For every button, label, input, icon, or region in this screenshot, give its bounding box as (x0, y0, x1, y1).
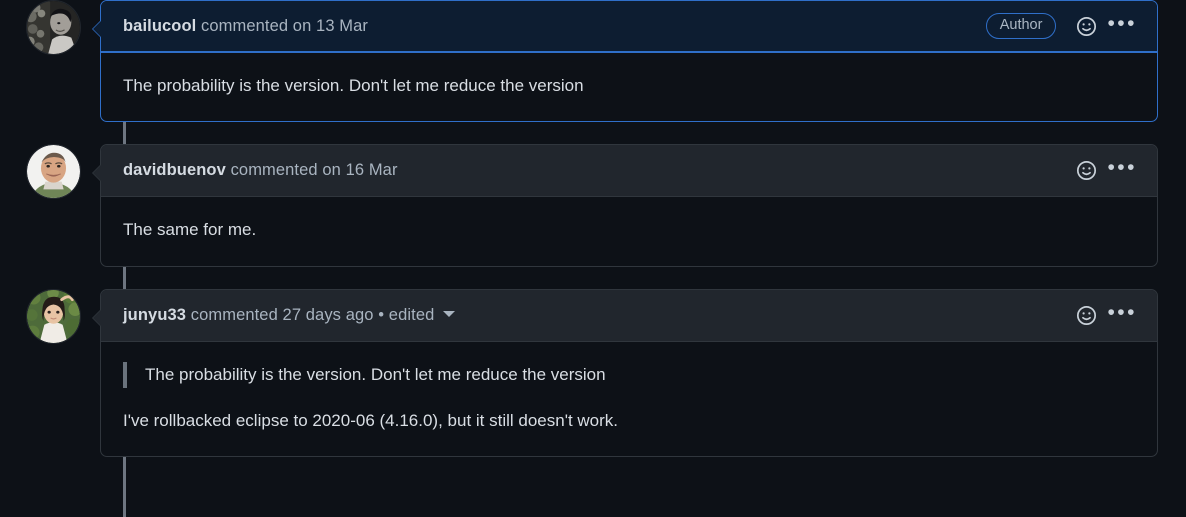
comment-action: commented (190, 305, 278, 324)
avatar-davidbuenov[interactable] (26, 144, 81, 200)
comment-action: commented on (230, 161, 341, 180)
smiley-icon[interactable] (1076, 305, 1097, 326)
comment-item: junyu33 commented 27 days ago • edited •… (0, 288, 1186, 458)
comment-byline: davidbuenov commented on 16 Mar (123, 161, 398, 180)
comment-paragraph: I've rollbacked eclipse to 2020-06 (4.16… (123, 411, 619, 431)
comment-item: davidbuenov commented on 16 Mar ••• The … (0, 144, 1186, 267)
comment-timestamp[interactable]: 27 days ago (283, 306, 374, 324)
comment-box: junyu33 commented 27 days ago • edited •… (92, 288, 1158, 458)
comment-timestamp[interactable]: 13 Mar (316, 17, 368, 35)
comment-caret-inner (93, 308, 102, 327)
comment-edited-label[interactable]: • edited (378, 306, 434, 324)
kebab-menu-icon[interactable]: ••• (1103, 302, 1141, 329)
comment-caret-inner (93, 20, 102, 38)
comment-body: The probability is the version. Don't le… (101, 53, 1157, 121)
comment-paragraph: The same for me. (123, 220, 257, 240)
author-badge: Author (985, 13, 1057, 39)
comment-caret-inner (93, 164, 102, 183)
comment-body: The probability is the version. Don't le… (101, 342, 1157, 457)
comment-blockquote: The probability is the version. Don't le… (123, 361, 1135, 389)
comment-box: bailucool commented on 13 Mar Author ••• (92, 0, 1158, 123)
chevron-down-icon[interactable] (443, 311, 456, 318)
smiley-icon[interactable] (1076, 160, 1097, 181)
comment-timeline: bailucool commented on 13 Mar Author ••• (0, 0, 1186, 458)
comment-header: junyu33 commented 27 days ago • edited •… (101, 289, 1157, 342)
comment-body: The same for me. (101, 197, 1157, 265)
avatar-bailucool[interactable] (26, 0, 81, 55)
comment-byline: bailucool commented on 13 Mar (123, 17, 368, 36)
comment-action: commented on (201, 16, 312, 35)
comment-box: davidbuenov commented on 16 Mar ••• The … (92, 144, 1158, 267)
comment-paragraph: The probability is the version. Don't le… (123, 76, 584, 95)
kebab-menu-icon[interactable]: ••• (1103, 157, 1141, 184)
comment-author[interactable]: davidbuenov (123, 161, 226, 179)
comment-author[interactable]: junyu33 (123, 306, 186, 324)
comment-item: bailucool commented on 13 Mar Author ••• (0, 0, 1186, 123)
kebab-menu-icon[interactable]: ••• (1103, 13, 1141, 40)
comment-byline: junyu33 commented 27 days ago • edited (123, 305, 456, 325)
comment-header: bailucool commented on 13 Mar Author ••• (101, 1, 1157, 53)
smiley-icon[interactable] (1076, 16, 1097, 37)
avatar-junyu33[interactable] (26, 288, 81, 344)
comment-header: davidbuenov commented on 16 Mar ••• (101, 145, 1157, 198)
comment-author[interactable]: bailucool (123, 17, 196, 35)
comment-timestamp[interactable]: 16 Mar (346, 161, 398, 179)
